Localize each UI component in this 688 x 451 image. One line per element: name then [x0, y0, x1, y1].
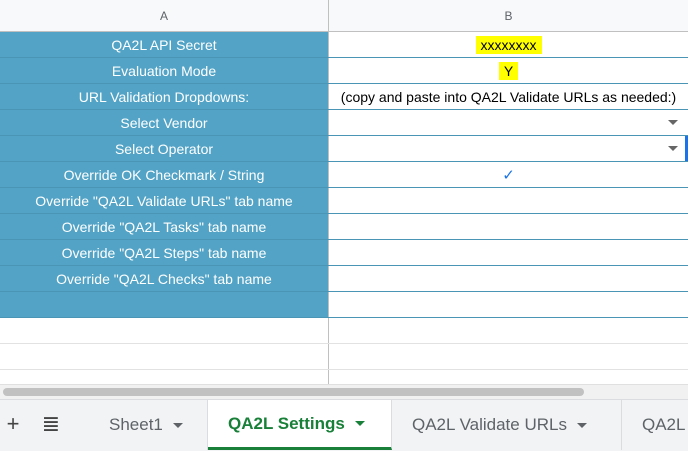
empty-value-cell[interactable] [329, 292, 688, 317]
tab-qa2l-partial[interactable]: QA2L [622, 400, 688, 450]
empty-label-cell[interactable] [0, 292, 329, 317]
tab-menu-caret-icon[interactable] [354, 421, 365, 426]
add-sheet-button[interactable]: + [0, 400, 26, 448]
api-secret-value: xxxxxxxx [475, 35, 542, 54]
empty-cell-a[interactable] [0, 318, 329, 343]
empty-cell-a[interactable] [0, 344, 329, 369]
sheet-tab-bar: + ≣ Sheet1 QA2L Settings QA2L Validate U… [0, 399, 688, 451]
tab-label: Sheet1 [109, 415, 163, 434]
list-icon: ≣ [41, 411, 61, 436]
all-sheets-button[interactable]: ≣ [32, 400, 70, 448]
grid-row: Override "QA2L Tasks" tab name [0, 214, 688, 240]
setting-label-override-validate-urls[interactable]: Override "QA2L Validate URLs" tab name [0, 188, 329, 213]
setting-value-override-steps[interactable] [329, 240, 688, 265]
setting-value-override-checkmark[interactable]: ✓ [329, 162, 688, 187]
tab-qa2l-validate-urls[interactable]: QA2L Validate URLs [392, 400, 622, 450]
setting-label-select-operator[interactable]: Select Operator [0, 136, 329, 161]
grid-row: Override "QA2L Checks" tab name [0, 266, 688, 292]
tab-menu-caret-icon[interactable] [172, 422, 183, 428]
grid-row: Override OK Checkmark / String ✓ [0, 162, 688, 188]
empty-cell-b[interactable] [329, 318, 688, 343]
tab-label: QA2L [642, 415, 686, 434]
setting-label-evaluation-mode[interactable]: Evaluation Mode [0, 58, 329, 83]
grid-row: Evaluation Mode Y [0, 58, 688, 84]
grid-row: Select Vendor [0, 110, 688, 136]
grid-row: Override "QA2L Steps" tab name [0, 240, 688, 266]
setting-value-override-validate-urls[interactable] [329, 188, 688, 213]
setting-label-override-tasks[interactable]: Override "QA2L Tasks" tab name [0, 214, 329, 239]
column-header-bar: A B [0, 0, 688, 32]
sheet-grid: QA2L API Secret xxxxxxxx Evaluation Mode… [0, 32, 688, 384]
checkmark-icon: ✓ [502, 166, 515, 184]
grid-row: URL Validation Dropdowns: (copy and past… [0, 84, 688, 110]
setting-value-api-secret[interactable]: xxxxxxxx [329, 32, 688, 57]
dropdown-arrow-icon[interactable] [668, 145, 678, 151]
scrollbar-thumb[interactable] [3, 388, 584, 396]
plus-icon: + [6, 411, 20, 436]
tab-menu-caret-icon[interactable] [576, 422, 587, 428]
setting-value-evaluation-mode[interactable]: Y [329, 58, 688, 83]
horizontal-scrollbar[interactable] [0, 384, 688, 399]
setting-label-override-checks[interactable]: Override "QA2L Checks" tab name [0, 266, 329, 291]
grid-row [0, 292, 688, 318]
grid-row: QA2L API Secret xxxxxxxx [0, 32, 688, 58]
tab-label: QA2L Validate URLs [412, 415, 567, 434]
column-header-b[interactable]: B [329, 0, 688, 32]
grid-row: Select Operator [0, 136, 688, 162]
setting-label-override-checkmark[interactable]: Override OK Checkmark / String [0, 162, 329, 187]
grid-row: Override "QA2L Validate URLs" tab name [0, 188, 688, 214]
grid-row [0, 344, 688, 370]
tab-sheet1[interactable]: Sheet1 [89, 400, 208, 450]
tab-label: QA2L Settings [228, 413, 345, 433]
grid-row [0, 370, 688, 384]
setting-label-api-secret[interactable]: QA2L API Secret [0, 32, 329, 57]
dropdown-arrow-icon[interactable] [668, 119, 678, 125]
select-operator-dropdown[interactable] [329, 136, 688, 161]
setting-value-override-tasks[interactable] [329, 214, 688, 239]
setting-label-override-steps[interactable]: Override "QA2L Steps" tab name [0, 240, 329, 265]
empty-cell-b[interactable] [329, 344, 688, 369]
select-vendor-dropdown[interactable] [329, 110, 688, 135]
empty-cell-a[interactable] [0, 370, 329, 384]
empty-cell-b[interactable] [329, 370, 688, 384]
tab-qa2l-settings[interactable]: QA2L Settings [208, 400, 392, 450]
setting-label-select-vendor[interactable]: Select Vendor [0, 110, 329, 135]
setting-value-override-checks[interactable] [329, 266, 688, 291]
setting-value-url-validation[interactable]: (copy and paste into QA2L Validate URLs … [329, 84, 688, 109]
evaluation-mode-value: Y [498, 61, 519, 80]
grid-row [0, 318, 688, 344]
setting-label-url-validation[interactable]: URL Validation Dropdowns: [0, 84, 329, 109]
column-header-a[interactable]: A [0, 0, 329, 32]
